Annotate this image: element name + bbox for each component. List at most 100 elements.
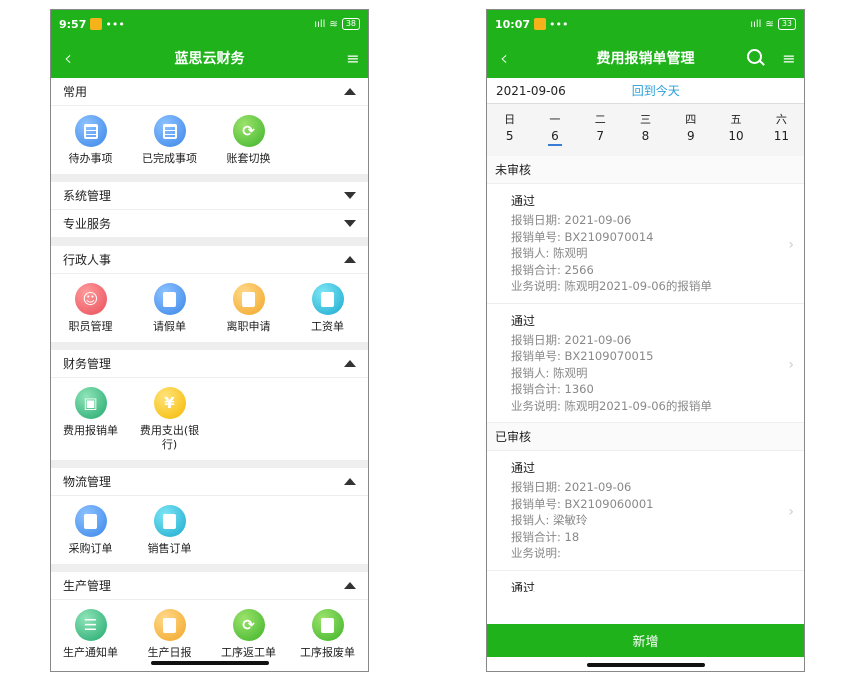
- expense-card[interactable]: 通过 报销日期: 2021-09-06 报销单号: BX2109070015 报销人:…: [487, 304, 804, 423]
- card-field: 业务说明: 陈观明2021-09-06的报销单: [511, 398, 712, 413]
- home-indicator[interactable]: [586, 663, 705, 667]
- expand-arrow-icon[interactable]: [344, 192, 356, 199]
- menu-icon[interactable]: ≡: [338, 49, 368, 68]
- collapse-arrow-icon[interactable]: [344, 582, 356, 589]
- section-header[interactable]: 专业服务: [51, 210, 368, 238]
- card-status: 通过: [511, 580, 536, 593]
- module-label: 已完成事项: [142, 152, 197, 165]
- week-strip: 日 5 一 6 二 7 三 8 四 9 五 10 六 11: [487, 104, 804, 156]
- week-day[interactable]: 一6: [532, 112, 577, 156]
- section-header[interactable]: 行政人事: [51, 246, 368, 274]
- icon-glyph: [84, 513, 97, 529]
- module-grid: ☰ 生产通知单 生产日报 ⟳ 工序返工单 工序报废单: [51, 600, 368, 668]
- week-day[interactable]: 日5: [487, 112, 532, 156]
- phone-home-screen: 9:57 ••• ııll ≋ 38 ‹ 蓝思云财务 ≡ 常用 待办事项 已完成事项…: [50, 9, 369, 672]
- section-header[interactable]: 常用: [51, 78, 368, 106]
- back-to-today-link[interactable]: 回到今天: [632, 82, 680, 99]
- week-day[interactable]: 二7: [578, 112, 623, 156]
- icon-glyph: ⟳: [242, 616, 255, 634]
- module-item[interactable]: ⟳ 账套切换: [209, 112, 288, 166]
- module-item[interactable]: ¥ 费用支出(银行): [130, 384, 209, 452]
- module-item[interactable]: 待办事项: [51, 112, 130, 166]
- menu-icon[interactable]: ≡: [774, 49, 804, 68]
- card-field: 报销日期: 2021-09-06: [511, 332, 632, 347]
- collapse-arrow-icon[interactable]: [344, 256, 356, 263]
- week-day[interactable]: 五 10: [713, 112, 758, 156]
- icon-glyph: [321, 617, 334, 633]
- refresh-icon: ⟳: [232, 609, 265, 641]
- module-item[interactable]: 请假单: [130, 280, 209, 334]
- section-label: 财务管理: [63, 357, 112, 371]
- module-grid: ☺ 职员管理 请假单 离职申请 工资单: [51, 274, 368, 342]
- list-icon: ☰: [74, 609, 107, 641]
- expand-arrow-icon[interactable]: [344, 220, 356, 227]
- current-date[interactable]: 2021-09-06: [496, 84, 566, 98]
- module-item[interactable]: 生产日报: [130, 606, 209, 660]
- week-day[interactable]: 四9: [668, 112, 713, 156]
- section-label: 物流管理: [63, 475, 112, 489]
- module-item[interactable]: 离职申请: [209, 280, 288, 334]
- add-button[interactable]: 新增: [487, 624, 804, 657]
- icon-glyph: ☺: [82, 290, 99, 308]
- section-gap: [51, 238, 368, 246]
- module-grid: ▣ 费用报销单 ¥ 费用支出(银行): [51, 378, 368, 460]
- module-item[interactable]: ▣ 费用报销单: [51, 384, 130, 452]
- collapse-arrow-icon[interactable]: [344, 478, 356, 485]
- week-day[interactable]: 三8: [623, 112, 668, 156]
- card-field: 报销人: 陈观明: [511, 365, 588, 380]
- day-number: 10: [728, 129, 744, 143]
- people-icon: ☺: [74, 283, 107, 315]
- expense-card[interactable]: 通过 报销日期: 2021-09-06 报销单号: BX2109070014 报销人:…: [487, 184, 804, 304]
- module-label: 工序报废单: [300, 646, 355, 659]
- module-label: 生产日报: [147, 646, 192, 659]
- weekday-label: 一: [549, 113, 561, 126]
- icon-glyph: [163, 291, 176, 307]
- module-item[interactable]: 采购订单: [51, 502, 130, 556]
- expense-card[interactable]: 通过 报销日期: 2021-09-06 报销单号: BX2109060001 报销人:…: [487, 451, 804, 571]
- section-label: 系统管理: [63, 189, 112, 203]
- collapse-arrow-icon[interactable]: [344, 88, 356, 95]
- module-item[interactable]: ⟳ 工序返工单: [209, 606, 288, 660]
- weekday-label: 三: [639, 113, 651, 126]
- module-item[interactable]: 工资单: [288, 280, 367, 334]
- section-gap: [51, 342, 368, 350]
- wifi-icon: ≋: [765, 18, 774, 30]
- section-header[interactable]: 物流管理: [51, 468, 368, 496]
- section-header[interactable]: 财务管理: [51, 350, 368, 378]
- search-icon[interactable]: [740, 43, 770, 73]
- section-header[interactable]: 生产管理: [51, 572, 368, 600]
- back-icon[interactable]: ‹: [51, 46, 85, 70]
- module-item[interactable]: ☰ 生产通知单: [51, 606, 130, 660]
- module-item[interactable]: 销售订单: [130, 502, 209, 556]
- status-time: 9:57: [59, 17, 87, 31]
- card-field: 业务说明: 陈观明2021-09-06的报销单: [511, 279, 712, 293]
- weekday-label: 五: [730, 113, 742, 126]
- icon-glyph: [321, 291, 334, 307]
- status-dots: •••: [549, 17, 569, 31]
- expense-card[interactable]: 通过报销日期: 2021-09-06报销单号: BX2109060002报销人:…: [487, 571, 804, 593]
- section-gap: [51, 174, 368, 182]
- notification-app-icon: [90, 18, 103, 30]
- phone-expense-list: 10:07 ••• ııll ≋ 33 ‹ 费用报销单管理 ≡ 2021-09-…: [486, 9, 805, 672]
- card-field: 报销人: 陈观明: [511, 246, 588, 260]
- section-label: 专业服务: [63, 217, 112, 231]
- module-item[interactable]: 工序报废单: [288, 606, 367, 660]
- collapse-arrow-icon[interactable]: [344, 360, 356, 367]
- icon-glyph: [83, 123, 98, 139]
- group-header: 未审核: [487, 156, 804, 184]
- section-header[interactable]: 系统管理: [51, 182, 368, 210]
- module-item[interactable]: 已完成事项: [130, 112, 209, 166]
- report-icon: [153, 609, 186, 641]
- icon-glyph: [163, 617, 176, 633]
- weekday-label: 日: [504, 113, 516, 126]
- module-label: 账套切换: [226, 152, 271, 165]
- signal-icon: ııll: [750, 18, 762, 30]
- module-label: 生产通知单: [63, 646, 118, 659]
- module-label: 费用报销单: [63, 424, 118, 437]
- clipboard-icon: [74, 505, 107, 537]
- card-field: 报销单号: BX2109060001: [511, 496, 654, 511]
- back-icon[interactable]: ‹: [487, 46, 521, 70]
- week-day[interactable]: 六 11: [759, 112, 804, 156]
- module-item[interactable]: ☺ 职员管理: [51, 280, 130, 334]
- home-indicator[interactable]: [150, 661, 269, 665]
